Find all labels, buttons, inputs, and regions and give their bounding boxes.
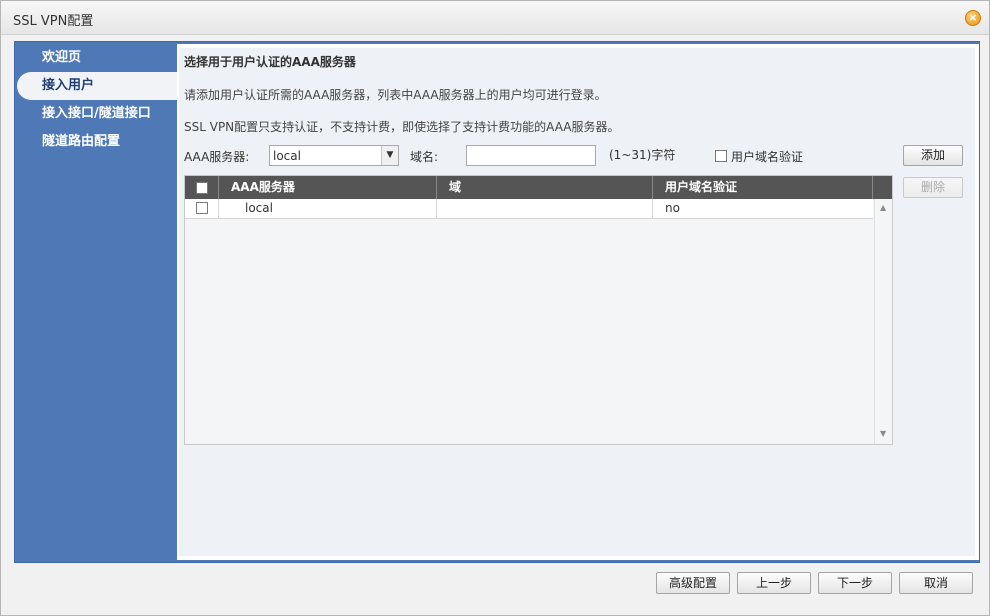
sidebar-item-welcome[interactable]: 欢迎页 <box>15 44 177 72</box>
row-checkbox[interactable] <box>196 202 208 214</box>
user-domain-verify-checkbox[interactable] <box>715 150 727 162</box>
content-panel: 选择用于用户认证的AAA服务器 请添加用户认证所需的AAA服务器，列表中AAA服… <box>179 48 975 556</box>
select-all-checkbox[interactable] <box>196 182 208 194</box>
advanced-config-button[interactable]: 高级配置 <box>656 572 730 594</box>
aaa-server-label: AAA服务器: <box>184 150 250 164</box>
aaa-server-select[interactable]: local ▼ <box>269 145 399 166</box>
cell-user-domain-verify: no <box>665 201 680 215</box>
next-step-button[interactable]: 下一步 <box>818 572 892 594</box>
column-header-user-domain-verify[interactable]: 用户域名验证 <box>653 176 873 199</box>
window-title: SSL VPN配置 <box>13 14 94 29</box>
sidebar-item-access-interface[interactable]: 接入接口/隧道接口 <box>15 100 177 128</box>
prev-step-button[interactable]: 上一步 <box>737 572 811 594</box>
body-frame: 欢迎页 接入用户 接入接口/隧道接口 隧道路由配置 选择用于用户认证的AAA服务… <box>14 41 980 563</box>
domain-length-hint: (1~31)字符 <box>609 148 676 162</box>
row-select-cell <box>185 199 219 219</box>
sidebar-item-access-users[interactable]: 接入用户 <box>17 72 177 100</box>
domain-input[interactable] <box>466 145 596 166</box>
delete-button[interactable]: 删除 <box>903 177 963 198</box>
close-icon[interactable]: × <box>965 10 981 26</box>
add-button[interactable]: 添加 <box>903 145 963 166</box>
page-title: 选择用于用户认证的AAA服务器 <box>184 55 356 69</box>
table-scrollbar[interactable]: ▲ ▼ <box>874 199 892 444</box>
cancel-button[interactable]: 取消 <box>899 572 973 594</box>
column-header-aaa-server[interactable]: AAA服务器 <box>219 176 437 199</box>
main-content: 选择用于用户认证的AAA服务器 请添加用户认证所需的AAA服务器，列表中AAA服… <box>177 44 979 560</box>
ssl-vpn-config-dialog: SSL VPN配置 × 欢迎页 接入用户 接入接口/隧道接口 隧道路由配置 选择… <box>0 0 990 616</box>
user-domain-verify-label: 用户域名验证 <box>731 150 804 164</box>
header-select-all-cell <box>185 176 219 199</box>
scroll-up-icon[interactable]: ▲ <box>880 203 886 212</box>
table-header: AAA服务器 域 用户域名验证 <box>185 176 892 199</box>
cell-aaa-server: local <box>219 199 437 219</box>
cell-domain <box>437 199 653 219</box>
sidebar-item-tunnel-route[interactable]: 隧道路由配置 <box>15 128 177 156</box>
domain-label: 域名: <box>410 150 439 164</box>
sidebar: 欢迎页 接入用户 接入接口/隧道接口 隧道路由配置 <box>15 42 177 562</box>
chevron-down-icon[interactable]: ▼ <box>381 146 398 165</box>
description-2: SSL VPN配置只支持认证，不支持计费，即使选择了支持计费功能的AAA服务器。 <box>184 120 620 134</box>
aaa-server-selected-value: local <box>273 149 301 163</box>
scroll-down-icon[interactable]: ▼ <box>880 429 886 438</box>
title-bar: SSL VPN配置 × <box>1 1 989 35</box>
column-header-domain[interactable]: 域 <box>437 176 653 199</box>
description-1: 请添加用户认证所需的AAA服务器，列表中AAA服务器上的用户均可进行登录。 <box>184 88 607 102</box>
aaa-server-table: AAA服务器 域 用户域名验证 local no ▲ ▼ <box>184 175 893 445</box>
table-row[interactable]: local no <box>185 199 873 219</box>
